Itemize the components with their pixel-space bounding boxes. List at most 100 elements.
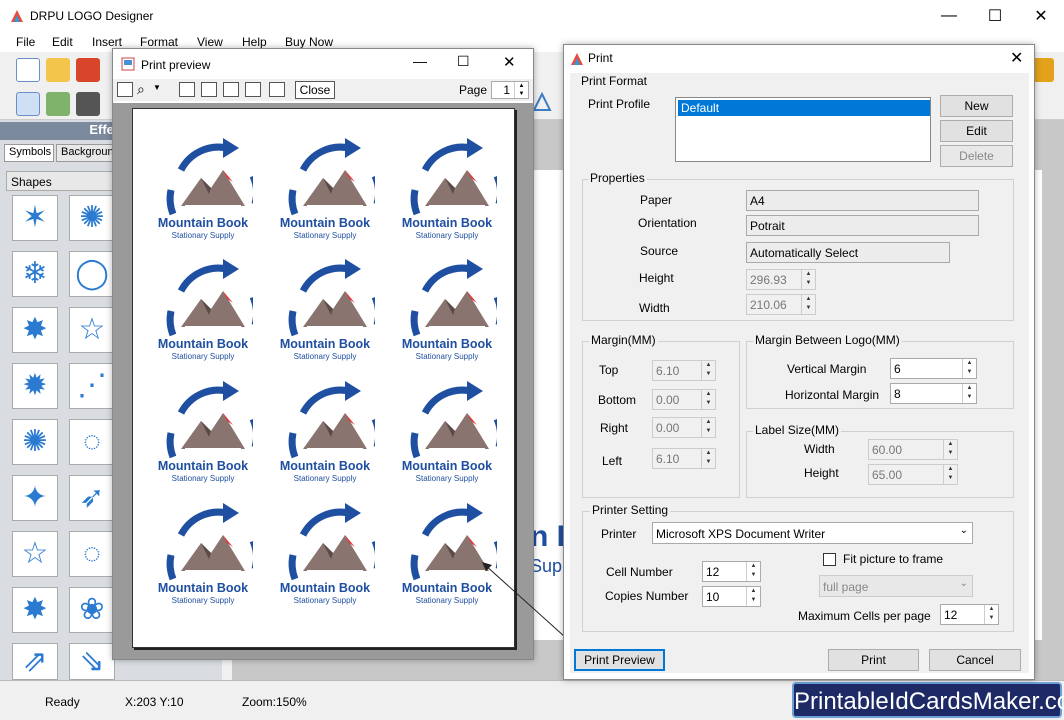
tab-symbols[interactable]: Symbols [4, 144, 54, 162]
page-spin-icon[interactable]: ▲ ▼ [514, 82, 528, 98]
star-4-icon[interactable]: ✦ [12, 475, 58, 521]
cell-number-field[interactable]: 12 ▲ ▼ [702, 561, 761, 582]
minimize-button[interactable]: — [926, 0, 972, 32]
menu-insert[interactable]: Insert [92, 35, 122, 49]
print-preview-button[interactable]: Print Preview [574, 649, 665, 671]
fit-mode-select[interactable]: full page ⌄ [819, 575, 973, 597]
three-page-icon[interactable] [223, 82, 239, 97]
bottom-field[interactable]: 0.00 ▲ ▼ [652, 389, 716, 410]
close-file-icon[interactable] [76, 58, 100, 82]
text-icon[interactable] [16, 92, 40, 116]
snowflake-icon[interactable]: ❄ [12, 251, 58, 297]
image-icon[interactable] [46, 92, 70, 116]
vertical-spin-icon[interactable]: ▲ ▼ [962, 359, 976, 378]
bead-ring-icon[interactable]: ◌ [69, 531, 115, 577]
zigzag-arrow-icon[interactable]: ⇘ [69, 643, 115, 680]
print-dialog-close-icon[interactable]: ✕ [1010, 48, 1023, 68]
menu-format[interactable]: Format [140, 35, 178, 49]
dotted-ring-icon[interactable]: ◌ [69, 419, 115, 465]
new-button[interactable]: New [940, 95, 1013, 117]
print-profile-selected[interactable]: Default [678, 100, 930, 116]
star-hollow-icon[interactable]: ☆ [12, 531, 58, 577]
logo-subtitle: Stationary Supply [293, 596, 357, 605]
fit-picture-checkbox[interactable] [823, 553, 836, 566]
two-page-icon[interactable] [201, 82, 217, 97]
horizontal-spin-icon[interactable]: ▲ ▼ [962, 384, 976, 403]
zoom-icon[interactable]: ⌕ [137, 81, 145, 98]
print-profile-list[interactable]: Default [675, 97, 931, 162]
spiral-burst-icon[interactable]: ✺ [12, 419, 58, 465]
height-spin-icon[interactable]: ▲ ▼ [801, 270, 815, 289]
max-cells-spin-icon[interactable]: ▲ ▼ [984, 605, 998, 624]
top-spin-icon[interactable]: ▲ ▼ [701, 361, 715, 380]
tab-background[interactable]: Backgroun [56, 144, 114, 162]
cancel-button[interactable]: Cancel [929, 649, 1021, 671]
dots-arrow-icon[interactable]: ⋰ [69, 363, 115, 409]
arrow-slash-icon[interactable]: ➶ [69, 475, 115, 521]
flower-icon[interactable]: ❀ [69, 587, 115, 633]
vertical-margin-field[interactable]: 6 ▲ ▼ [890, 358, 977, 379]
label-height-label: Height [804, 466, 839, 480]
menu-buy-now[interactable]: Buy Now [285, 35, 333, 49]
print-button[interactable]: Print [828, 649, 919, 671]
four-page-icon[interactable] [245, 82, 261, 97]
new-file-icon[interactable] [16, 58, 40, 82]
left-field[interactable]: 6.10 ▲ ▼ [652, 448, 716, 469]
preview-minimize-icon[interactable]: — [413, 53, 427, 69]
edit-button[interactable]: Edit [940, 120, 1013, 142]
printer-select[interactable]: Microsoft XPS Document Writer ⌄ [652, 522, 973, 544]
cell-number-spin-icon[interactable]: ▲ ▼ [746, 562, 760, 581]
splat-icon[interactable]: ✹ [12, 363, 58, 409]
preview-maximize-icon[interactable]: ☐ [457, 53, 470, 70]
star-burst-icon[interactable]: ✶ [12, 195, 58, 241]
preview-close-icon[interactable]: ✕ [503, 53, 516, 71]
logo-cell: Mountain Book Stationary Supply [265, 134, 385, 242]
print-icon[interactable] [117, 82, 133, 97]
top-field[interactable]: 6.10 ▲ ▼ [652, 360, 716, 381]
star-bold-icon[interactable]: ✸ [12, 587, 58, 633]
left-spin-icon[interactable]: ▲ ▼ [701, 449, 715, 468]
width-spin-icon[interactable]: ▲ ▼ [801, 295, 815, 314]
page-number-input[interactable]: 1 ▲ ▼ [491, 81, 529, 99]
label-width-spin-icon[interactable]: ▲ ▼ [943, 440, 957, 459]
copies-number-spin-icon[interactable]: ▲ ▼ [746, 587, 760, 606]
menu-edit[interactable]: Edit [52, 35, 73, 49]
curve-arrow-icon[interactable]: ⇗ [12, 643, 58, 680]
open-folder-icon[interactable] [46, 58, 70, 82]
star-outline-icon[interactable]: ☆ [69, 307, 115, 353]
bottom-spin-icon[interactable]: ▲ ▼ [701, 390, 715, 409]
height-field[interactable]: 296.93 ▲ ▼ [746, 269, 816, 290]
status-coords: X:203 Y:10 [125, 695, 184, 709]
horizontal-margin-field[interactable]: 8 ▲ ▼ [890, 383, 977, 404]
menu-view[interactable]: View [197, 35, 223, 49]
copies-number-field[interactable]: 10 ▲ ▼ [702, 586, 761, 607]
camera-icon[interactable] [76, 92, 100, 116]
six-page-icon[interactable] [269, 82, 285, 97]
label-height-spin-icon[interactable]: ▲ ▼ [943, 465, 957, 484]
source-field[interactable]: Automatically Select [746, 242, 950, 263]
label-width-field[interactable]: 60.00 ▲ ▼ [868, 439, 958, 460]
ring-icon[interactable]: ◯ [69, 251, 115, 297]
star-spiky-icon[interactable]: ✸ [12, 307, 58, 353]
properties-group: Properties [588, 171, 647, 185]
preview-close-button[interactable]: Close [295, 81, 335, 99]
right-field[interactable]: 0.00 ▲ ▼ [652, 417, 716, 438]
logo-name: Mountain Book [157, 459, 249, 473]
right-spin-icon[interactable]: ▲ ▼ [701, 418, 715, 437]
sun-burst-icon[interactable]: ✺ [69, 195, 115, 241]
triangle-icon[interactable] [532, 91, 552, 112]
menu-file[interactable]: File [16, 35, 35, 49]
width-field[interactable]: 210.06 ▲ ▼ [746, 294, 816, 315]
logo-mark-icon [153, 499, 253, 583]
zoom-dropdown-icon[interactable]: ▼ [153, 83, 161, 92]
logo-subtitle: Stationary Supply [171, 352, 235, 361]
paper-field[interactable]: A4 [746, 190, 979, 211]
max-cells-field[interactable]: 12 ▲ ▼ [940, 604, 999, 625]
menu-help[interactable]: Help [242, 35, 267, 49]
orientation-field[interactable]: Potrait [746, 215, 979, 236]
label-height-field[interactable]: 65.00 ▲ ▼ [868, 464, 958, 485]
delete-button[interactable]: Delete [940, 145, 1013, 167]
maximize-button[interactable]: ☐ [972, 0, 1018, 32]
one-page-icon[interactable] [179, 82, 195, 97]
close-button[interactable]: ✕ [1018, 0, 1064, 32]
